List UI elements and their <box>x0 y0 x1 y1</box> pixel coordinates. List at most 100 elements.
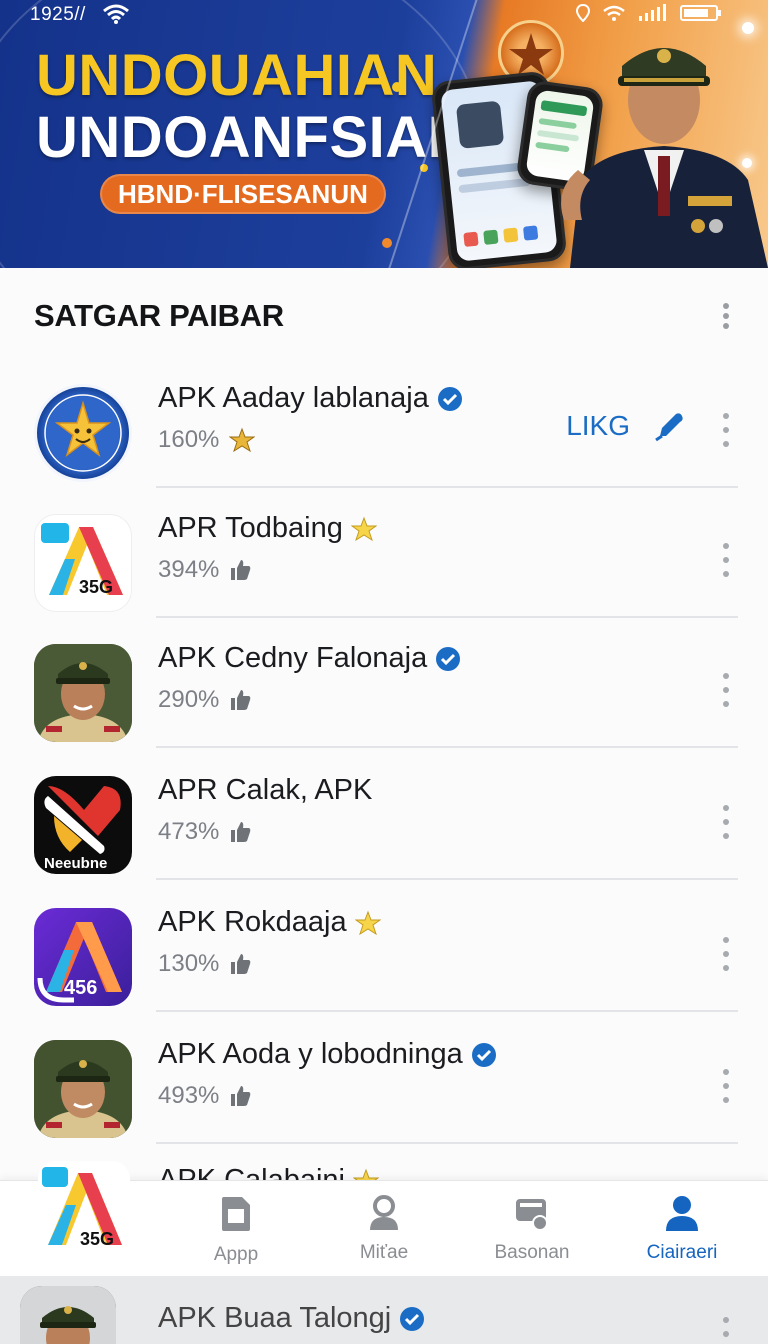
app-name-text: APK Rokdaaja <box>158 906 347 938</box>
app-stat-value: 130% <box>158 950 220 977</box>
nav-label: Basonan <box>494 1242 570 1263</box>
list-item[interactable]: APK Aoda y lobodninga 493% <box>0 1014 768 1144</box>
wifi-icon <box>103 4 129 24</box>
app-icon-a-35g: 35G <box>34 514 132 612</box>
list-item[interactable]: APK Cedny Falonaja 290% <box>0 618 768 748</box>
app-list-section: SATGAR PAIBAR APK Aaday lablanaja 160% L… <box>0 268 768 1180</box>
sd-card-icon <box>222 1197 250 1231</box>
app-stat: 160% <box>158 426 256 454</box>
like-button[interactable]: LIKG <box>566 408 688 444</box>
app-stat-value: 473% <box>158 818 220 845</box>
more-vertical-icon[interactable] <box>722 672 730 708</box>
app-name-text: APK Cedny Falonaja <box>158 642 428 674</box>
nav-item-ciairaeri[interactable]: Ciairaeri <box>612 1195 752 1264</box>
more-vertical-icon[interactable] <box>722 542 730 578</box>
more-vertical-icon[interactable] <box>722 1068 730 1104</box>
list-item[interactable]: 456 APK Rokdaaja 130% <box>0 882 768 1012</box>
thumb-icon <box>231 1086 251 1106</box>
app-icon-officer-photo <box>34 644 132 742</box>
more-vertical-icon[interactable] <box>722 1316 730 1344</box>
app-name-text: APR Calak, APK <box>158 774 373 806</box>
decor-dot <box>382 238 392 248</box>
verified-badge-icon <box>437 386 462 411</box>
app-stat: 130% <box>158 950 251 978</box>
app-name-text: APK Aaday lablanaja <box>158 382 429 414</box>
person-icon <box>370 1195 398 1230</box>
app-icon-text: 35G <box>79 577 113 597</box>
app-name: APK Calabaini <box>158 1164 379 1180</box>
app-stat-value: 290% <box>158 686 220 713</box>
app-stat-value: 394% <box>158 556 220 583</box>
verified-badge-icon <box>436 646 461 671</box>
thumb-icon <box>231 690 251 710</box>
section-title: SATGAR PAIBAR <box>34 298 284 333</box>
more-vertical-icon[interactable] <box>722 412 730 448</box>
nav-item-mitae[interactable]: Miťae <box>314 1195 454 1264</box>
star-badge-icon <box>354 910 381 935</box>
verified-badge-icon <box>400 1306 425 1331</box>
app-name-text: APK Calabaini <box>158 1164 345 1180</box>
edit-icon <box>655 413 683 442</box>
star-icon <box>229 427 256 453</box>
status-time: 1925// <box>30 4 86 25</box>
banner-title-line1: UNDOUAHIAN <box>36 43 438 108</box>
bottom-navigation: 35G Appp Miťae Basonan Ciairaeri <box>0 1161 768 1276</box>
nav-label: Appp <box>213 1244 259 1265</box>
row-divider <box>156 1142 738 1144</box>
nav-label: Ciairaeri <box>646 1242 718 1263</box>
app-name: APK Aaday lablanaja <box>158 382 463 415</box>
app-stat: 473% <box>158 818 251 846</box>
banner-title-line2: UNDOANFSIAN <box>36 105 471 170</box>
app-stat: 394% <box>158 556 251 584</box>
app-logo-text: 35G <box>80 1229 114 1249</box>
row-divider <box>156 878 738 880</box>
app-stat: 493% <box>158 1082 251 1110</box>
app-icon-x-logo: Neeubne <box>34 776 132 874</box>
verified-badge-icon <box>471 1042 496 1067</box>
star-badge-icon <box>350 516 377 541</box>
nav-label: Miťae <box>359 1242 409 1263</box>
decor-dot <box>392 82 402 92</box>
list-item[interactable]: APK Buaa Talongj <box>0 1276 768 1344</box>
app-icon-text: Neeubne <box>44 855 107 872</box>
app-name: APR Todbaing <box>158 512 377 545</box>
list-item[interactable]: Neeubne APR Calak, APK 473% <box>0 750 768 880</box>
nav-item-basonan[interactable]: Basonan <box>462 1195 602 1264</box>
nav-item-appp[interactable]: Appp <box>166 1195 306 1266</box>
profile-icon <box>666 1196 698 1231</box>
app-name-text: APR Todbaing <box>158 512 343 544</box>
thumb-icon <box>231 954 251 974</box>
like-button-label: LIKG <box>566 410 630 441</box>
app-icon-officer-photo <box>34 1040 132 1138</box>
thumb-icon <box>231 560 251 580</box>
more-vertical-icon[interactable] <box>722 936 730 972</box>
app-icon-a-456: 456 <box>34 908 132 1006</box>
app-stat-value: 160% <box>158 426 220 453</box>
app-name: APK Aoda y lobodninga <box>158 1038 497 1071</box>
more-vertical-icon[interactable] <box>722 302 730 330</box>
app-stat-value: 493% <box>158 1082 220 1109</box>
app-name: APR Calak, APK <box>158 774 372 807</box>
app-icon-text: 456 <box>64 977 97 999</box>
row-divider <box>156 746 738 748</box>
app-name-text: APK Buaa Talongj <box>158 1302 392 1334</box>
app-stat: 290% <box>158 686 251 714</box>
star-badge-icon <box>353 1168 379 1180</box>
thumb-icon <box>231 822 251 842</box>
row-divider <box>156 1010 738 1012</box>
app-logo[interactable]: 35G <box>38 1161 130 1263</box>
decor-dot <box>420 164 428 172</box>
list-item[interactable]: APK Aaday lablanaja 160% LIKG <box>0 358 768 488</box>
officer-photo <box>561 48 768 268</box>
media-icon <box>516 1199 548 1231</box>
app-icon-officer-photo <box>20 1286 116 1344</box>
promo-banner[interactable]: 1925// UNDOUAHIAN UNDOANFSIAN HBND·FLISE… <box>0 0 768 268</box>
more-vertical-icon[interactable] <box>722 804 730 840</box>
app-name-text: APK Aoda y lobodninga <box>158 1038 463 1070</box>
app-icon-sun-badge <box>34 384 132 482</box>
list-item[interactable]: 35G APR Todbaing 394% <box>0 488 768 618</box>
app-name: APK Buaa Talongj <box>158 1302 425 1335</box>
banner-cta-pill[interactable]: HBND·FLISESANUN <box>100 174 386 214</box>
app-name: APK Cedny Falonaja <box>158 642 461 675</box>
app-name: APK Rokdaaja <box>158 906 381 939</box>
